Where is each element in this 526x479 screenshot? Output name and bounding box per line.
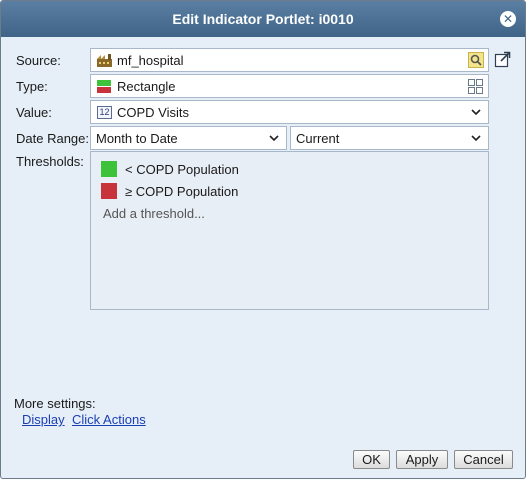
thresholds-label: Thresholds: (16, 154, 84, 169)
ok-button[interactable]: OK (353, 450, 390, 469)
cancel-button[interactable]: Cancel (454, 450, 513, 469)
date-range-select[interactable]: Month to Date (90, 126, 287, 150)
threshold-text: < COPD Population (125, 162, 239, 177)
factory-icon (97, 54, 112, 67)
type-field[interactable]: Rectangle (90, 74, 489, 98)
chevron-down-icon (269, 135, 279, 142)
source-label: Source: (16, 53, 61, 68)
date-period-value: Current (296, 131, 340, 146)
grid-icon[interactable] (468, 79, 483, 94)
date-period-select[interactable]: Current (290, 126, 489, 150)
source-field[interactable]: mf_hospital (90, 48, 489, 72)
threshold-text: ≥ COPD Population (125, 184, 239, 199)
dialog-titlebar[interactable]: Edit Indicator Portlet: i0010 ✕ (1, 1, 525, 37)
numeric-field-icon: 12 (97, 106, 112, 119)
source-value: mf_hospital (117, 53, 184, 68)
threshold-color-swatch[interactable] (101, 161, 117, 177)
close-icon[interactable]: ✕ (500, 11, 516, 27)
value-select[interactable]: 12 COPD Visits (90, 100, 489, 124)
click-actions-link[interactable]: Click Actions (72, 412, 146, 427)
threshold-color-swatch[interactable] (101, 183, 117, 199)
popout-icon[interactable] (494, 51, 511, 68)
type-value: Rectangle (117, 79, 176, 94)
value-label: Value: (16, 105, 52, 120)
apply-button[interactable]: Apply (396, 450, 448, 469)
dialog-title: Edit Indicator Portlet: i0010 (172, 11, 354, 27)
rectangle-type-icon (97, 80, 111, 93)
more-settings-label: More settings: (14, 396, 96, 411)
edit-indicator-dialog: Edit Indicator Portlet: i0010 ✕ Source: … (0, 0, 526, 479)
chevron-down-icon (471, 109, 481, 116)
date-range-label: Date Range: (16, 131, 89, 146)
thresholds-panel: < COPD Population ≥ COPD Population Add … (90, 151, 489, 310)
type-label: Type: (16, 79, 48, 94)
date-range-value: Month to Date (96, 131, 178, 146)
add-threshold-link[interactable]: Add a threshold... (103, 206, 205, 221)
search-icon[interactable] (468, 52, 484, 68)
value-value: COPD Visits (117, 105, 189, 120)
chevron-down-icon (471, 135, 481, 142)
display-link[interactable]: Display (22, 412, 65, 427)
